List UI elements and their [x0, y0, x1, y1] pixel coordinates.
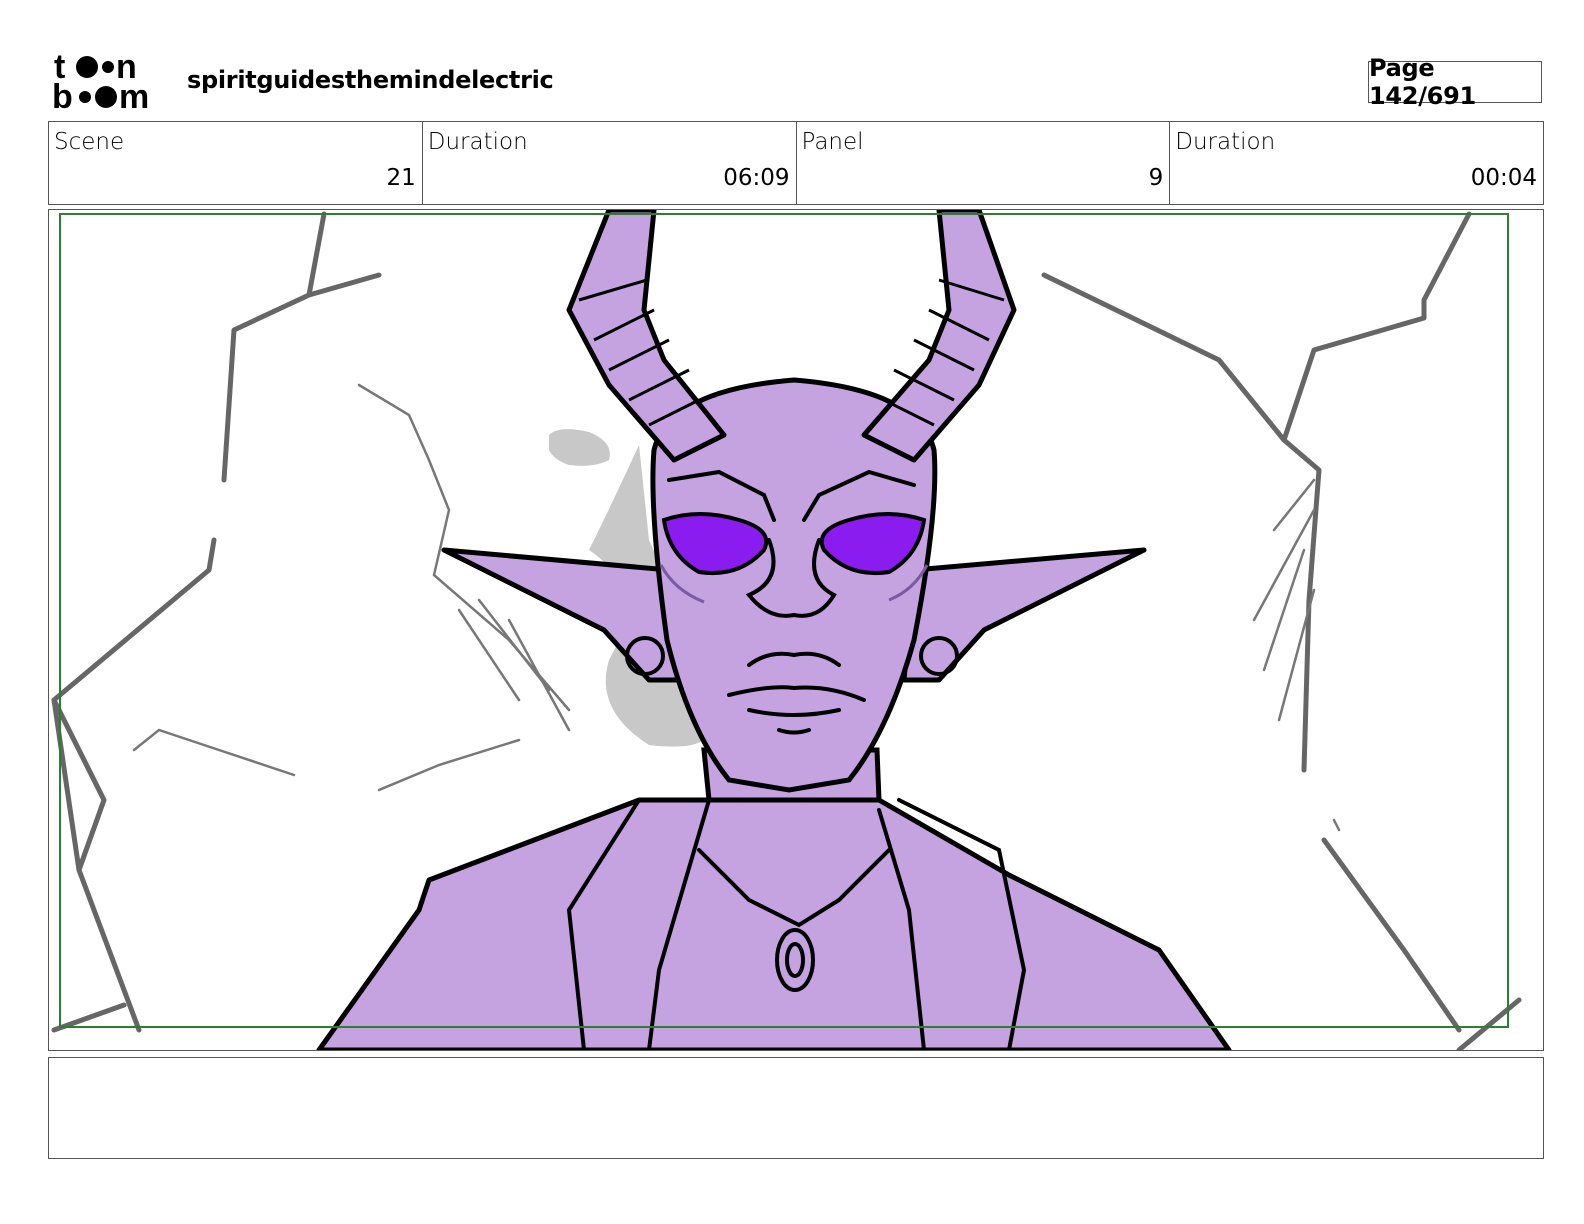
panel-cell: Panel 9: [797, 122, 1171, 204]
scene-duration-cell: Duration 06:09: [423, 122, 797, 204]
panel-duration-value: 00:04: [1470, 165, 1537, 191]
panel-duration-cell: Duration 00:04: [1170, 122, 1543, 204]
panel-value: 9: [1148, 165, 1164, 191]
scene-cell: Scene 21: [49, 122, 423, 204]
svg-text:m: m: [119, 78, 149, 112]
scene-duration-value: 06:09: [723, 165, 790, 191]
pendant: [775, 928, 815, 992]
scene-value: 21: [386, 165, 416, 191]
panel-notes-box[interactable]: [48, 1057, 1544, 1159]
panel-duration-label: Duration: [1175, 129, 1276, 155]
panel-illustration: [51, 210, 1522, 1050]
panel-info-table: Scene 21 Duration 06:09 Panel 9 Duration…: [48, 121, 1544, 205]
character-body: [316, 797, 1232, 1050]
svg-text:b: b: [52, 78, 73, 112]
smoke-shadow: [549, 429, 610, 466]
toonboom-logo: t n b m: [52, 48, 164, 116]
panel-label: Panel: [801, 129, 864, 155]
project-title: spiritguidesthemindelectric: [187, 66, 554, 94]
storyboard-panel: [48, 209, 1544, 1051]
scene-label: Scene: [54, 129, 125, 155]
scene-duration-label: Duration: [427, 129, 528, 155]
page-indicator: Page 142/691: [1368, 54, 1542, 110]
